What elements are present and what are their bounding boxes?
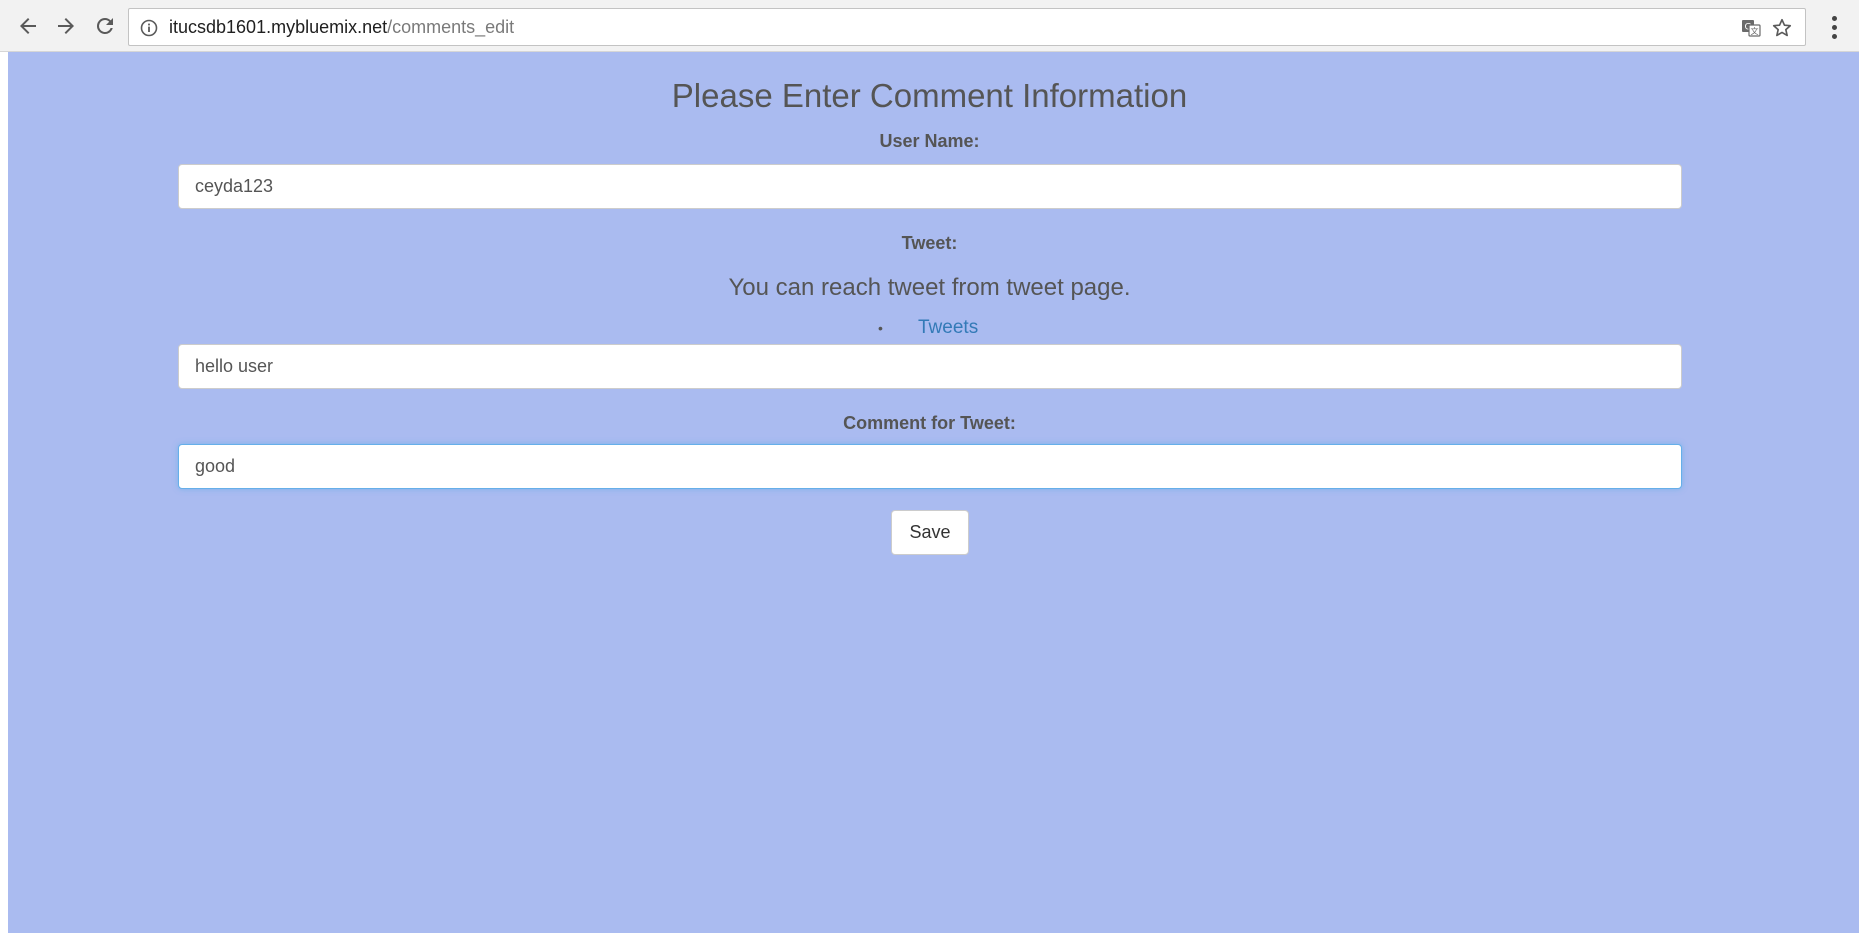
reload-icon <box>96 17 113 34</box>
comment-label: Comment for Tweet: <box>843 413 1016 433</box>
star-icon[interactable] <box>1771 17 1793 39</box>
save-button[interactable]: Save <box>891 510 969 555</box>
forward-button[interactable] <box>48 8 84 44</box>
browser-toolbar: itucsdb1601.mybluemix.net/comments_edit … <box>0 0 1859 52</box>
username-label: User Name: <box>879 131 980 151</box>
kebab-menu-icon[interactable] <box>1822 12 1846 42</box>
tweet-label: Tweet: <box>901 233 958 253</box>
arrow-left-icon <box>20 18 36 34</box>
page-title: Please Enter Comment Information <box>671 77 1188 114</box>
tweets-link[interactable]: Tweets <box>918 317 978 339</box>
page-content: Please Enter Comment Information User Na… <box>8 52 1859 933</box>
url-text[interactable]: itucsdb1601.mybluemix.net/comments_edit <box>169 9 514 45</box>
translate-icon[interactable]: G 文 <box>1741 18 1761 38</box>
reload-button[interactable] <box>87 8 123 44</box>
info-icon[interactable] <box>140 19 158 37</box>
menu-dot <box>1831 15 1837 21</box>
tweet-input[interactable] <box>178 344 1682 389</box>
address-bar[interactable]: itucsdb1601.mybluemix.net/comments_edit … <box>128 8 1806 46</box>
username-input[interactable] <box>178 164 1682 209</box>
menu-dot <box>1831 33 1837 39</box>
list-bullet: • <box>878 320 883 336</box>
comment-input[interactable] <box>178 444 1682 489</box>
url-host: itucsdb1601.mybluemix.net <box>169 17 388 37</box>
url-path: /comments_edit <box>387 17 515 37</box>
menu-dot <box>1831 24 1837 30</box>
arrow-right-icon <box>58 18 74 34</box>
page-left-edge <box>0 52 8 933</box>
svg-text:文: 文 <box>1751 26 1759 36</box>
tweets-link-list: • Tweets <box>8 317 1851 339</box>
tweet-hint-text: You can reach tweet from tweet page. <box>728 274 1131 301</box>
back-button[interactable] <box>10 8 46 44</box>
